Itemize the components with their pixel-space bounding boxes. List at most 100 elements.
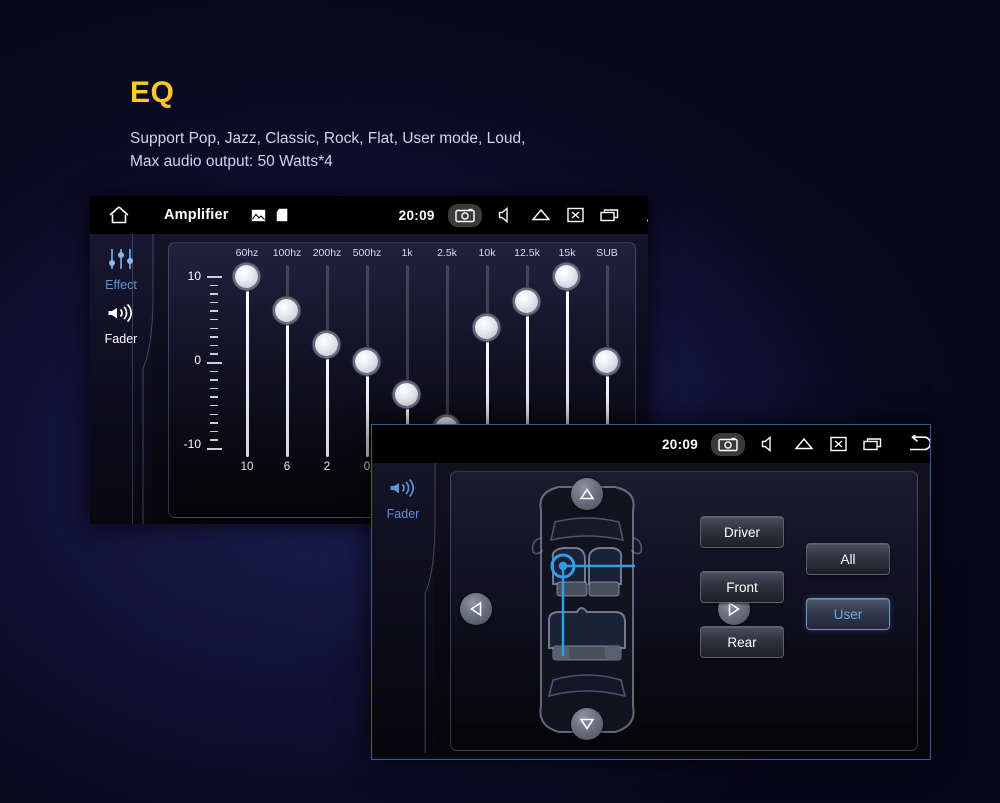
fader-body: Fader Driver Front Rear All User [372, 463, 930, 757]
fader-topbar: 20:09 [372, 425, 930, 463]
eq-slider-fill [286, 310, 289, 457]
car-outline [531, 486, 643, 733]
arrow-down-icon [579, 718, 595, 730]
sdcard-icon[interactable] [276, 208, 288, 222]
eq-value-200hz: 2 [323, 461, 331, 473]
screen-off-icon[interactable] [830, 436, 847, 452]
eq-slider-100hz[interactable] [267, 265, 307, 457]
eq-slider-thumb[interactable] [315, 332, 338, 356]
scale-tick [210, 344, 218, 347]
scale-label-2: -10 [183, 437, 201, 451]
eq-slider-thumb[interactable] [515, 290, 538, 314]
scale-tick [210, 319, 218, 321]
fader-area: Driver Front Rear All User [450, 471, 918, 751]
balance-left-button[interactable] [460, 593, 492, 625]
gain-scale: 10 0 -10 [177, 269, 227, 451]
eq-slider-thumb[interactable] [395, 383, 418, 407]
scale-label-0: 10 [187, 269, 201, 283]
speaker-icon [389, 477, 417, 499]
band-label-9: SUB [596, 247, 618, 259]
mode-button-all[interactable]: All [806, 543, 890, 575]
eq-slider-fill [366, 361, 369, 457]
sidebar-curve-divider [142, 234, 154, 524]
eq-slider-fill [326, 344, 329, 457]
fader-sidebar: Fader [372, 463, 436, 757]
eject-icon[interactable] [794, 436, 814, 452]
band-label-row: 60hz 100hz 200hz 500hz 1k 2.5k 10k 12.5k 15k SUB [169, 247, 635, 263]
sidebar-item-fader[interactable]: Fader [90, 302, 152, 346]
sidebar-item-fader[interactable]: Fader [372, 477, 434, 521]
scale-tick [207, 276, 222, 278]
back-arrow-icon[interactable] [645, 206, 648, 224]
heading-block: EQ Support Pop, Jazz, Classic, Rock, Fla… [130, 78, 525, 173]
eq-value-100hz: 6 [283, 461, 291, 473]
scale-tick [210, 327, 218, 329]
mode-button-rear[interactable]: Rear [700, 626, 784, 658]
page-title: EQ [130, 76, 175, 109]
eq-slider-thumb[interactable] [355, 349, 378, 373]
sidebar-label-effect: Effect [105, 278, 137, 292]
mode-button-user[interactable]: User [806, 598, 890, 630]
speaker-mute-icon[interactable] [761, 436, 778, 452]
fader-panel: 20:09 Fader Driver Front Rear All User [371, 424, 931, 760]
arrow-up-icon [579, 488, 595, 500]
eq-topbar: Amplifier 20:09 [90, 196, 648, 234]
scale-tick [210, 310, 218, 312]
scale-tick [207, 362, 222, 364]
scale-tick [210, 293, 218, 295]
eq-slider-200hz[interactable] [307, 265, 347, 457]
fader-clock: 20:09 [662, 436, 699, 452]
eq-window-title: Amplifier [164, 207, 229, 223]
scale-tick [207, 448, 222, 450]
scale-tick [210, 387, 218, 390]
image-icon[interactable] [251, 209, 266, 222]
scale-label-1: 0 [194, 353, 201, 367]
screen-off-icon[interactable] [566, 207, 584, 223]
eq-slider-thumb[interactable] [595, 349, 618, 373]
scale-tick [210, 370, 218, 372]
eq-clock: 20:09 [398, 207, 435, 223]
back-arrow-icon[interactable] [908, 435, 930, 453]
eq-slider-thumb[interactable] [475, 315, 498, 339]
recent-apps-icon[interactable] [863, 437, 882, 451]
scale-tick [210, 379, 218, 381]
eq-slider-thumb[interactable] [555, 265, 578, 288]
scale-tick [210, 284, 218, 286]
speaker-mute-icon[interactable] [498, 207, 515, 223]
car-balance-diagram[interactable] [460, 478, 750, 742]
arrow-left-icon [470, 601, 482, 617]
eq-slider-thumb[interactable] [235, 265, 258, 288]
equalizer-icon [108, 248, 134, 270]
recent-apps-icon[interactable] [599, 208, 619, 222]
speaker-icon [107, 302, 135, 324]
balance-up-button[interactable] [571, 478, 603, 510]
home-icon[interactable] [108, 205, 130, 225]
heading-line-2: Max audio output: 50 Watts*4 [130, 153, 333, 170]
eq-slider-thumb[interactable] [275, 298, 298, 322]
sidebar-label-fader: Fader [104, 332, 138, 346]
scale-tick [210, 413, 218, 415]
scale-tick [210, 336, 218, 338]
camera-icon[interactable] [447, 203, 482, 227]
camera-icon[interactable] [711, 432, 746, 456]
arrow-right-icon [728, 601, 740, 617]
eq-slider-60hz[interactable] [227, 265, 267, 457]
scale-tick [210, 439, 218, 441]
scale-tick [210, 301, 218, 304]
screenshot-root: EQ Support Pop, Jazz, Classic, Rock, Fla… [0, 0, 1000, 803]
sidebar-item-effect[interactable]: Effect [90, 248, 152, 292]
eq-value-60hz: 10 [240, 461, 254, 473]
scale-tick [210, 422, 218, 424]
eject-icon[interactable] [531, 207, 551, 223]
balance-down-button[interactable] [571, 708, 603, 740]
eq-sidebar: Effect Fader [90, 234, 154, 524]
mode-button-driver[interactable]: Driver [700, 516, 784, 548]
mode-button-front[interactable]: Front [700, 571, 784, 603]
scale-tick [210, 396, 218, 398]
eq-slider-fill [246, 276, 249, 457]
scale-tick [210, 405, 218, 407]
scale-tick [210, 430, 218, 433]
heading-line-1: Support Pop, Jazz, Classic, Rock, Flat, … [130, 130, 526, 147]
fader-sidebar-label: Fader [386, 507, 420, 521]
scale-tick [210, 353, 218, 355]
